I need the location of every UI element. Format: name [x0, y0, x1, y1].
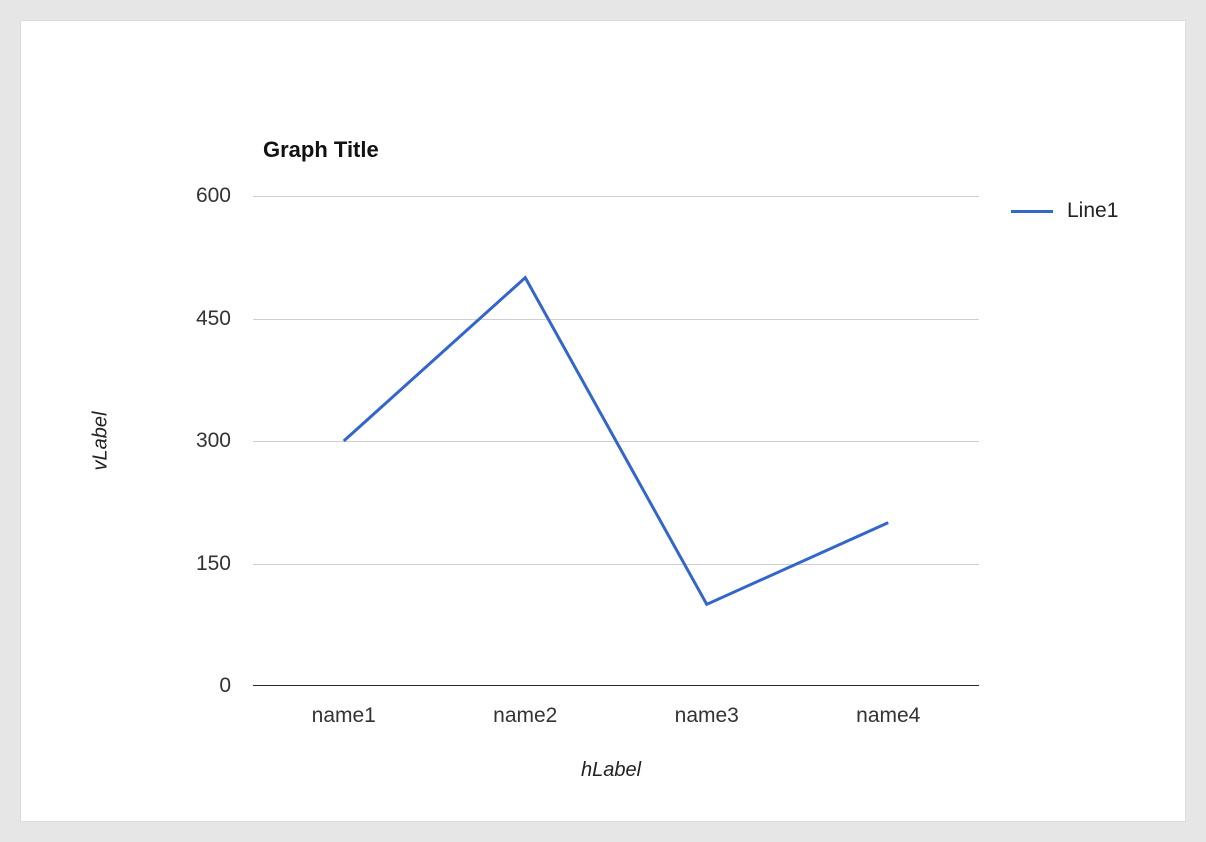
y-tick-label: 300: [196, 429, 231, 453]
x-tick-label: name4: [856, 704, 920, 728]
x-axis-label: hLabel: [581, 759, 641, 782]
chart-title: Graph Title: [263, 137, 379, 163]
y-tick-label: 0: [219, 674, 231, 698]
y-tick-label: 600: [196, 184, 231, 208]
line-layer: [253, 196, 979, 686]
legend-swatch: [1011, 210, 1053, 213]
legend-label: Line1: [1067, 199, 1118, 223]
y-tick-label: 450: [196, 307, 231, 331]
x-tick-label: name2: [493, 704, 557, 728]
x-tick-label: name1: [312, 704, 376, 728]
chart-card: Graph Title vLabel 0150300450600 name1na…: [20, 20, 1186, 822]
x-tick-label: name3: [675, 704, 739, 728]
y-tick-label: 150: [196, 552, 231, 576]
series-line-1: [344, 278, 889, 605]
plot-area: 0150300450600 name1name2name3name4: [253, 196, 979, 686]
legend: Line1: [1011, 199, 1118, 223]
y-axis-label: vLabel: [90, 412, 113, 471]
